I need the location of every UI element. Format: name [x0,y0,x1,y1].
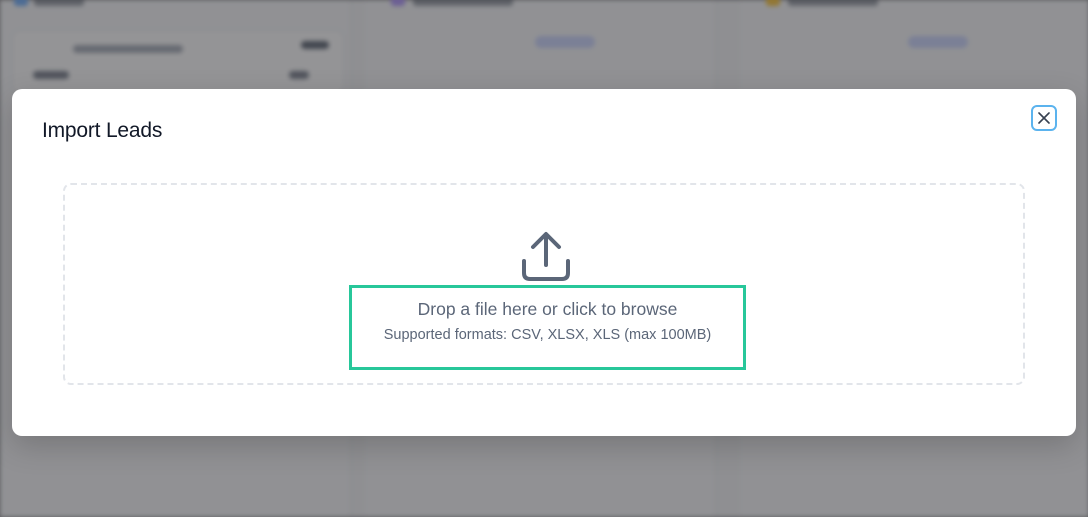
close-icon [1038,112,1050,124]
close-button[interactable] [1031,105,1057,131]
dropzone-primary-text: Drop a file here or click to browse [417,299,678,319]
modal-title: Import Leads [42,119,163,142]
dropzone-supported-formats: Supported formats: CSV, XLSX, XLS (max 1… [383,327,712,343]
dropzone-instructions[interactable]: Drop a file here or click to browse Supp… [349,285,746,370]
import-leads-modal: Import Leads Drop a file here or click t… [12,89,1076,436]
upload-icon [522,232,570,281]
file-dropzone[interactable]: Drop a file here or click to browse Supp… [63,183,1025,385]
